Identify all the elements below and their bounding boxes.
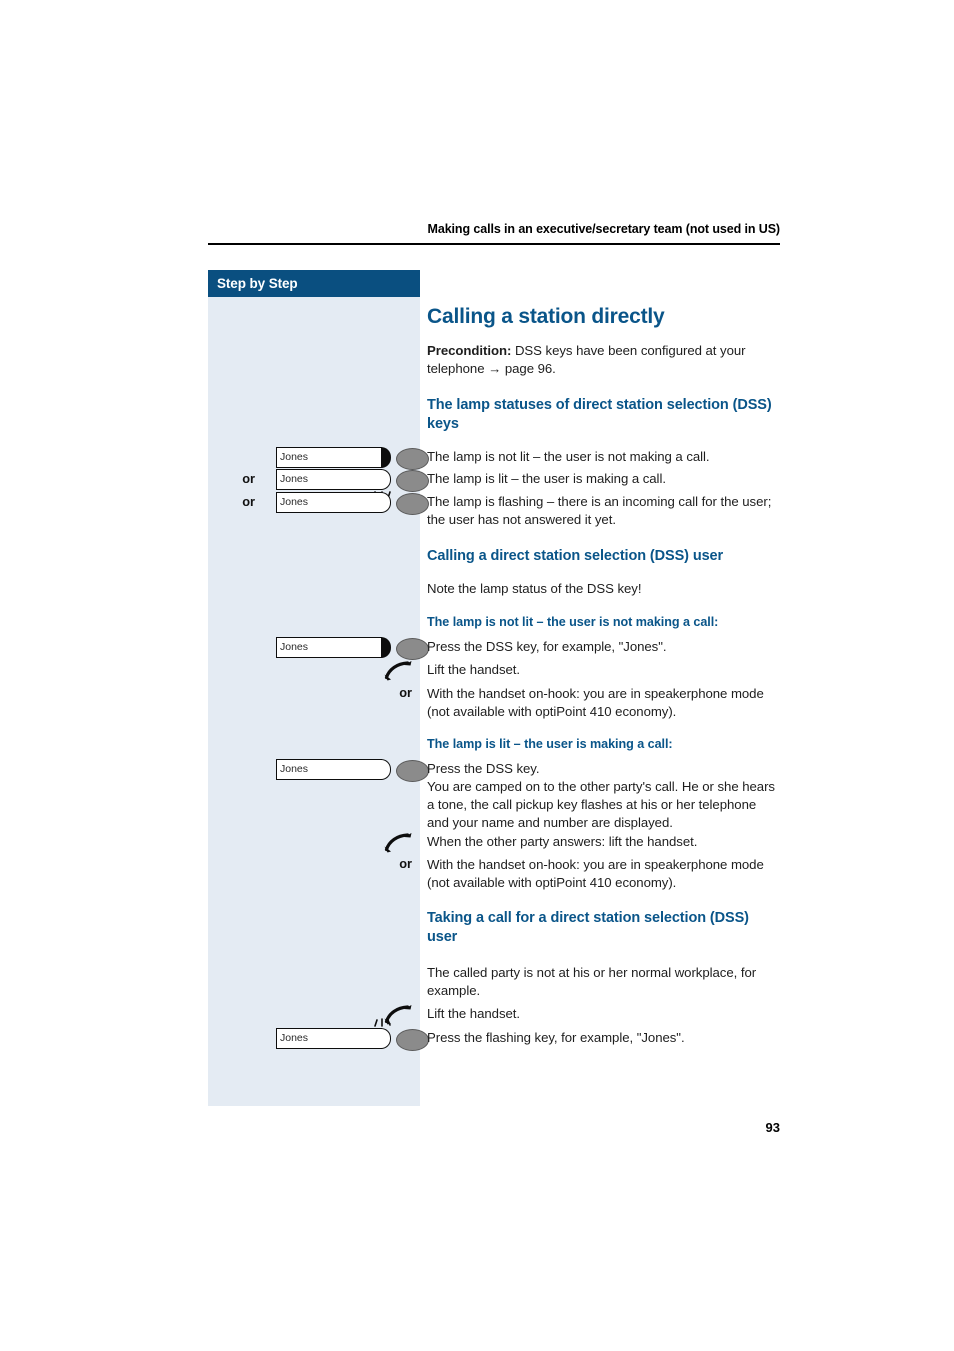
dss-key-icon-flashing-pickup[interactable]: Jones <box>276 1018 429 1051</box>
other-party-answers-text: When the other party answers: lift the h… <box>427 834 698 849</box>
speakerphone-text-is-lit: With the handset on-hook: you are in spe… <box>427 857 764 890</box>
dss-key-button[interactable] <box>396 637 429 660</box>
dss-key-label: Jones <box>280 1032 309 1044</box>
dss-key-lamp-lit <box>380 759 391 780</box>
precondition-page-ref: page 96. <box>501 360 556 376</box>
speakerphone-text-not-lit: With the handset on-hook: you are in spe… <box>427 686 764 719</box>
sidebar-title: Step by Step <box>208 270 420 297</box>
precondition-label: Precondition: <box>427 343 512 358</box>
heading-calling-dss-user: Calling a direct station selection (DSS)… <box>427 548 724 564</box>
dss-key-button[interactable] <box>396 759 429 782</box>
or-label-lamp-flashing: or <box>242 494 255 509</box>
dss-key-label: Jones <box>280 763 309 775</box>
heading-taking-a-call: Taking a call for a direct station selec… <box>427 910 749 946</box>
dss-key-lamp-off <box>380 637 391 658</box>
page-number: 93 <box>765 1120 780 1135</box>
dss-key-button[interactable] <box>396 492 429 515</box>
or-label-lamp-lit: or <box>242 471 255 486</box>
page-ref-arrow-icon: → <box>488 360 502 376</box>
heading-lamp-not-lit: The lamp is not lit – the user is not ma… <box>427 615 719 629</box>
lamp-status-text-off: The lamp is not lit – the user is not ma… <box>427 449 710 464</box>
header-rule <box>208 243 780 245</box>
taking-call-intro-text: The called party is not at his or her no… <box>427 965 757 998</box>
press-dss-key-not-lit-text: Press the DSS key, for example, "Jones". <box>427 639 667 654</box>
dss-key-button[interactable] <box>396 1028 429 1051</box>
running-header-title: Making calls in an executive/secretary t… <box>427 222 781 236</box>
taking-call-lift-handset-text: Lift the handset. <box>427 1006 520 1021</box>
dss-key-icon-status-lit[interactable]: Jones <box>276 469 429 500</box>
heading-lamp-statuses: The lamp statuses of direct station sele… <box>427 397 772 433</box>
press-flashing-key-text: Press the flashing key, for example, "Jo… <box>427 1030 685 1045</box>
dss-key-label: Jones <box>280 641 309 653</box>
lift-handset-icon <box>384 833 412 853</box>
calling-dss-user-note: Note the lamp status of the DSS key! <box>427 581 642 596</box>
lamp-status-text-lit: The lamp is lit – the user is making a c… <box>427 471 666 486</box>
dss-key-label: Jones <box>280 473 309 485</box>
or-label-speakerphone-not-lit: or <box>399 685 412 700</box>
dss-key-label: Jones <box>280 451 309 463</box>
dss-key-icon-status-flashing[interactable]: Jones <box>276 492 429 515</box>
dss-key-button[interactable] <box>396 447 429 470</box>
lift-handset-text-not-lit: Lift the handset. <box>427 662 520 677</box>
or-label-speakerphone-is-lit: or <box>399 856 412 871</box>
heading-lamp-is-lit: The lamp is lit – the user is making a c… <box>427 737 673 751</box>
dss-key-lamp-flashing <box>380 1028 391 1049</box>
dss-key-label: Jones <box>280 496 309 508</box>
document-page: Making calls in an executive/secretary t… <box>0 0 954 1351</box>
lamp-status-text-flashing: The lamp is flashing – there is an incom… <box>427 494 772 527</box>
lift-handset-icon <box>384 661 412 681</box>
dss-key-button[interactable] <box>396 469 429 492</box>
dss-key-lamp-flashing <box>380 492 391 513</box>
flash-rays-icon <box>374 1018 391 1027</box>
precondition-paragraph: Precondition: DSS keys have been configu… <box>427 342 779 378</box>
dss-key-icon-press-is-lit[interactable]: Jones <box>276 759 429 782</box>
dss-key-icon-status-off[interactable]: Jones <box>276 447 429 470</box>
page-title: Calling a station directly <box>427 305 665 328</box>
dss-key-icon-press-not-lit[interactable]: Jones <box>276 637 429 660</box>
dss-key-lamp-off <box>380 447 391 468</box>
press-dss-key-is-lit-text: Press the DSS key. You are camped on to … <box>427 761 775 830</box>
